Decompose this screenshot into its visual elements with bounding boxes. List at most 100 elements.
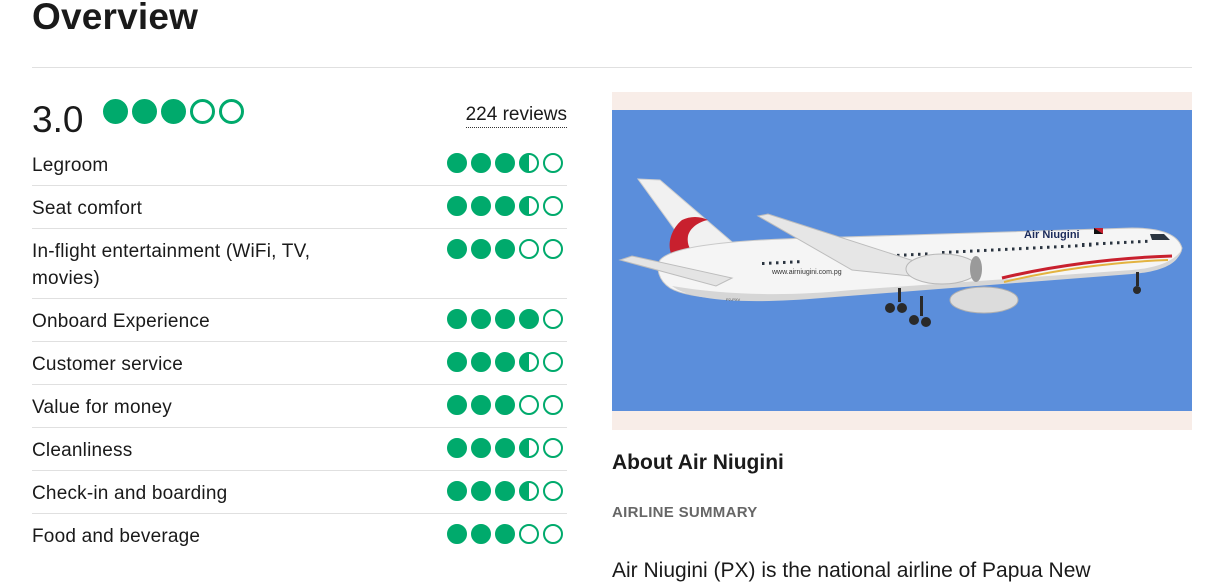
category-label: Value for money bbox=[32, 397, 172, 418]
cabin-window bbox=[1012, 247, 1015, 251]
cabin-window bbox=[1082, 243, 1085, 246]
category-rating-row: Seat comfort bbox=[32, 186, 567, 229]
category-ratings-list: Legroom Seat comfort In-flight entertainme… bbox=[32, 143, 567, 557]
category-rating-bubbles bbox=[443, 196, 563, 216]
category-label: Seat comfort bbox=[32, 198, 143, 219]
half-bubble-icon bbox=[519, 196, 539, 216]
category-rating-row: Onboard Experience bbox=[32, 299, 567, 342]
filled-bubble-icon bbox=[471, 196, 491, 216]
filled-bubble-icon bbox=[471, 395, 491, 415]
cabin-window bbox=[1075, 244, 1078, 248]
aircraft-photo: Air Niugini www.airniugini.com.pg P2-PXV bbox=[612, 92, 1192, 430]
filled-bubble-icon bbox=[132, 99, 157, 124]
category-label: In-flight entertainment (WiFi, TV, movie… bbox=[32, 241, 311, 289]
filled-bubble-icon bbox=[495, 481, 515, 501]
category-label: Food and beverage bbox=[32, 526, 201, 547]
filled-bubble-icon bbox=[495, 352, 515, 372]
cabin-window bbox=[783, 260, 786, 264]
title-divider bbox=[32, 67, 1192, 68]
cabin-window bbox=[1019, 247, 1022, 251]
category-rating-bubbles bbox=[443, 438, 563, 458]
cabin-window bbox=[1026, 246, 1029, 250]
cabin-window bbox=[991, 248, 994, 252]
cabin-window bbox=[1089, 242, 1092, 246]
page-title: Overview bbox=[32, 0, 199, 37]
cabin-window bbox=[776, 261, 779, 265]
engine-near bbox=[905, 253, 979, 285]
filled-bubble-icon bbox=[471, 239, 491, 259]
cabin-window bbox=[1033, 246, 1036, 250]
empty-bubble-icon bbox=[219, 99, 244, 124]
filled-bubble-icon bbox=[495, 309, 515, 329]
empty-bubble-icon bbox=[543, 153, 563, 173]
empty-bubble-icon bbox=[543, 309, 563, 329]
cabin-window bbox=[1124, 240, 1127, 244]
category-label: Customer service bbox=[32, 354, 184, 375]
cabin-window bbox=[918, 252, 921, 256]
filled-bubble-icon bbox=[447, 196, 467, 216]
category-rating-bubbles bbox=[443, 153, 563, 173]
filled-bubble-icon bbox=[471, 438, 491, 458]
livery-name: Air Niugini bbox=[1024, 229, 1080, 241]
cabin-window bbox=[984, 248, 987, 252]
filled-bubble-icon bbox=[447, 309, 467, 329]
engine-intake bbox=[970, 256, 982, 282]
filled-bubble-icon bbox=[495, 438, 515, 458]
empty-bubble-icon bbox=[543, 196, 563, 216]
cabin-window bbox=[797, 260, 800, 264]
registration-mark: P2-PXV bbox=[726, 297, 741, 302]
cabin-window bbox=[1047, 245, 1050, 249]
empty-bubble-icon bbox=[543, 395, 563, 415]
cabin-window bbox=[1096, 242, 1099, 246]
cabin-window bbox=[1117, 241, 1120, 245]
filled-bubble-icon bbox=[447, 524, 467, 544]
filled-bubble-icon bbox=[495, 239, 515, 259]
category-rating-bubbles bbox=[443, 481, 563, 501]
category-rating-row: In-flight entertainment (WiFi, TV, movie… bbox=[32, 229, 567, 299]
half-bubble-icon bbox=[519, 352, 539, 372]
fuselage-url: www.airniugini.com.pg bbox=[771, 269, 842, 276]
category-label: Onboard Experience bbox=[32, 311, 210, 332]
filled-bubble-icon bbox=[471, 309, 491, 329]
airline-description: Air Niugini (PX) is the national airline… bbox=[612, 559, 1091, 582]
category-rating-row: Cleanliness bbox=[32, 428, 567, 471]
cabin-window bbox=[1040, 246, 1043, 250]
reviews-count-link[interactable]: 224 reviews bbox=[465, 104, 567, 128]
category-label: Legroom bbox=[32, 155, 109, 176]
category-rating-row: Value for money bbox=[32, 385, 567, 428]
filled-bubble-icon bbox=[471, 481, 491, 501]
filled-bubble-icon bbox=[161, 99, 186, 124]
filled-bubble-icon bbox=[519, 309, 539, 329]
empty-bubble-icon bbox=[543, 239, 563, 259]
category-rating-bubbles bbox=[443, 309, 563, 329]
cabin-window bbox=[1005, 247, 1008, 251]
sky-background: Air Niugini www.airniugini.com.pg P2-PXV bbox=[612, 110, 1192, 411]
category-label: Check-in and boarding bbox=[32, 483, 228, 504]
filled-bubble-icon bbox=[447, 352, 467, 372]
cabin-window bbox=[970, 249, 973, 253]
overall-score: 3.0 bbox=[32, 99, 84, 140]
filled-bubble-icon bbox=[447, 239, 467, 259]
filled-bubble-icon bbox=[471, 352, 491, 372]
category-rating-bubbles bbox=[443, 395, 563, 415]
empty-bubble-icon bbox=[190, 99, 215, 124]
filled-bubble-icon bbox=[495, 196, 515, 216]
cabin-window bbox=[1054, 245, 1057, 249]
filled-bubble-icon bbox=[447, 438, 467, 458]
cabin-window bbox=[963, 249, 966, 253]
cabin-window bbox=[1110, 241, 1113, 245]
cabin-window bbox=[1131, 240, 1134, 244]
category-rating-row: Customer service bbox=[32, 342, 567, 385]
category-rating-row: Food and beverage bbox=[32, 514, 567, 557]
cabin-window bbox=[1145, 239, 1148, 243]
half-bubble-icon bbox=[519, 438, 539, 458]
category-rating-bubbles bbox=[443, 524, 563, 544]
half-bubble-icon bbox=[519, 481, 539, 501]
cabin-window bbox=[1138, 240, 1141, 244]
filled-bubble-icon bbox=[495, 395, 515, 415]
filled-bubble-icon bbox=[495, 153, 515, 173]
filled-bubble-icon bbox=[471, 153, 491, 173]
empty-bubble-icon bbox=[543, 481, 563, 501]
about-heading: About Air Niugini bbox=[612, 451, 784, 474]
cabin-window bbox=[769, 261, 772, 265]
